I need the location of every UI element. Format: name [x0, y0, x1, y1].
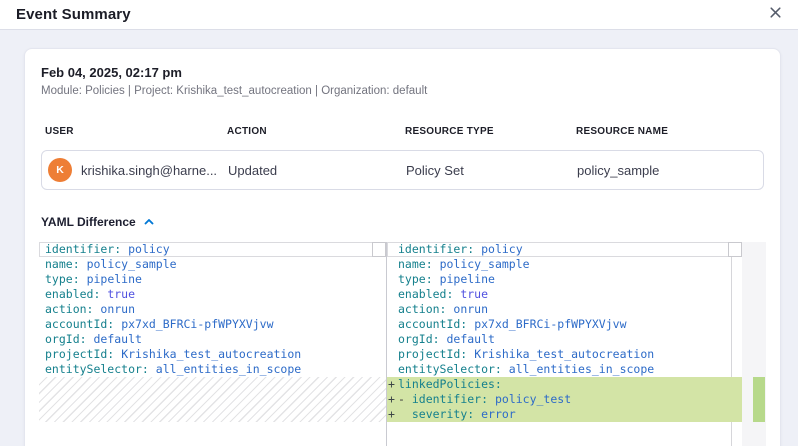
column-resource-name: RESOURCE NAME	[576, 126, 764, 137]
code-line: accountId: px7xd_BFRCi-pfWPYXVjvw	[387, 317, 742, 332]
code-line: identifier: policy	[387, 242, 742, 257]
action-cell: Updated	[228, 163, 406, 178]
column-resource-type: RESOURCE TYPE	[405, 126, 576, 137]
user-cell: K krishika.singh@harne...	[42, 158, 228, 182]
column-action: ACTION	[227, 126, 405, 137]
chevron-up-icon	[143, 216, 155, 228]
yaml-diff-editor: identifier: policyname: policy_sampletyp…	[39, 242, 766, 446]
code-line: + severity: error	[387, 407, 742, 422]
yaml-difference-toggle[interactable]: YAML Difference	[41, 215, 155, 229]
code-line: +linkedPolicies:	[387, 377, 742, 392]
avatar: K	[48, 158, 72, 182]
code-line: orgId: default	[387, 332, 742, 347]
page-title: Event Summary	[16, 6, 131, 23]
code-line: enabled: true	[39, 287, 386, 302]
code-line: entitySelector: all_entities_in_scope	[39, 362, 386, 377]
code-line: name: policy_sample	[39, 257, 386, 272]
resource-name-cell: policy_sample	[577, 163, 763, 178]
diff-pane-original[interactable]: identifier: policyname: policy_sampletyp…	[39, 242, 386, 446]
code-line: action: onrun	[39, 302, 386, 317]
code-lines-original: identifier: policyname: policy_sampletyp…	[39, 242, 386, 377]
yaml-difference-label: YAML Difference	[41, 215, 136, 229]
close-icon	[769, 6, 782, 24]
code-line: accountId: px7xd_BFRCi-pfWPYXVjvw	[39, 317, 386, 332]
event-timestamp: Feb 04, 2025, 02:17 pm	[41, 65, 764, 80]
code-line: name: policy_sample	[387, 257, 742, 272]
table-row[interactable]: K krishika.singh@harne... Updated Policy…	[41, 150, 764, 190]
code-line: projectId: Krishika_test_autocreation	[39, 347, 386, 362]
code-line: +- identifier: policy_test	[387, 392, 742, 407]
code-line: identifier: policy	[39, 242, 386, 257]
user-email: krishika.singh@harne...	[81, 163, 217, 178]
code-line: enabled: true	[387, 287, 742, 302]
code-line: action: onrun	[387, 302, 742, 317]
code-line: orgId: default	[39, 332, 386, 347]
event-meta: Module: Policies | Project: Krishika_tes…	[41, 85, 764, 97]
code-lines-modified: identifier: policyname: policy_sampletyp…	[387, 242, 742, 422]
modal-header: Event Summary	[0, 0, 798, 30]
scrollbar-slider[interactable]	[372, 242, 386, 257]
column-user: USER	[41, 126, 227, 137]
event-summary-card: Feb 04, 2025, 02:17 pm Module: Policies …	[24, 48, 781, 446]
scrollbar-slider[interactable]	[728, 242, 742, 257]
resource-type-cell: Policy Set	[406, 163, 577, 178]
close-button[interactable]	[769, 6, 782, 24]
diff-pane-modified[interactable]: identifier: policyname: policy_sampletyp…	[387, 242, 742, 446]
overview-ruler[interactable]	[742, 242, 766, 446]
code-line: entitySelector: all_entities_in_scope	[387, 362, 742, 377]
code-line: type: pipeline	[39, 272, 386, 287]
code-line: projectId: Krishika_test_autocreation	[387, 347, 742, 362]
diff-empty-placeholder	[39, 377, 386, 422]
code-line: type: pipeline	[387, 272, 742, 287]
audit-table-header: USER ACTION RESOURCE TYPE RESOURCE NAME	[41, 126, 764, 137]
diff-added-marker	[753, 377, 765, 422]
